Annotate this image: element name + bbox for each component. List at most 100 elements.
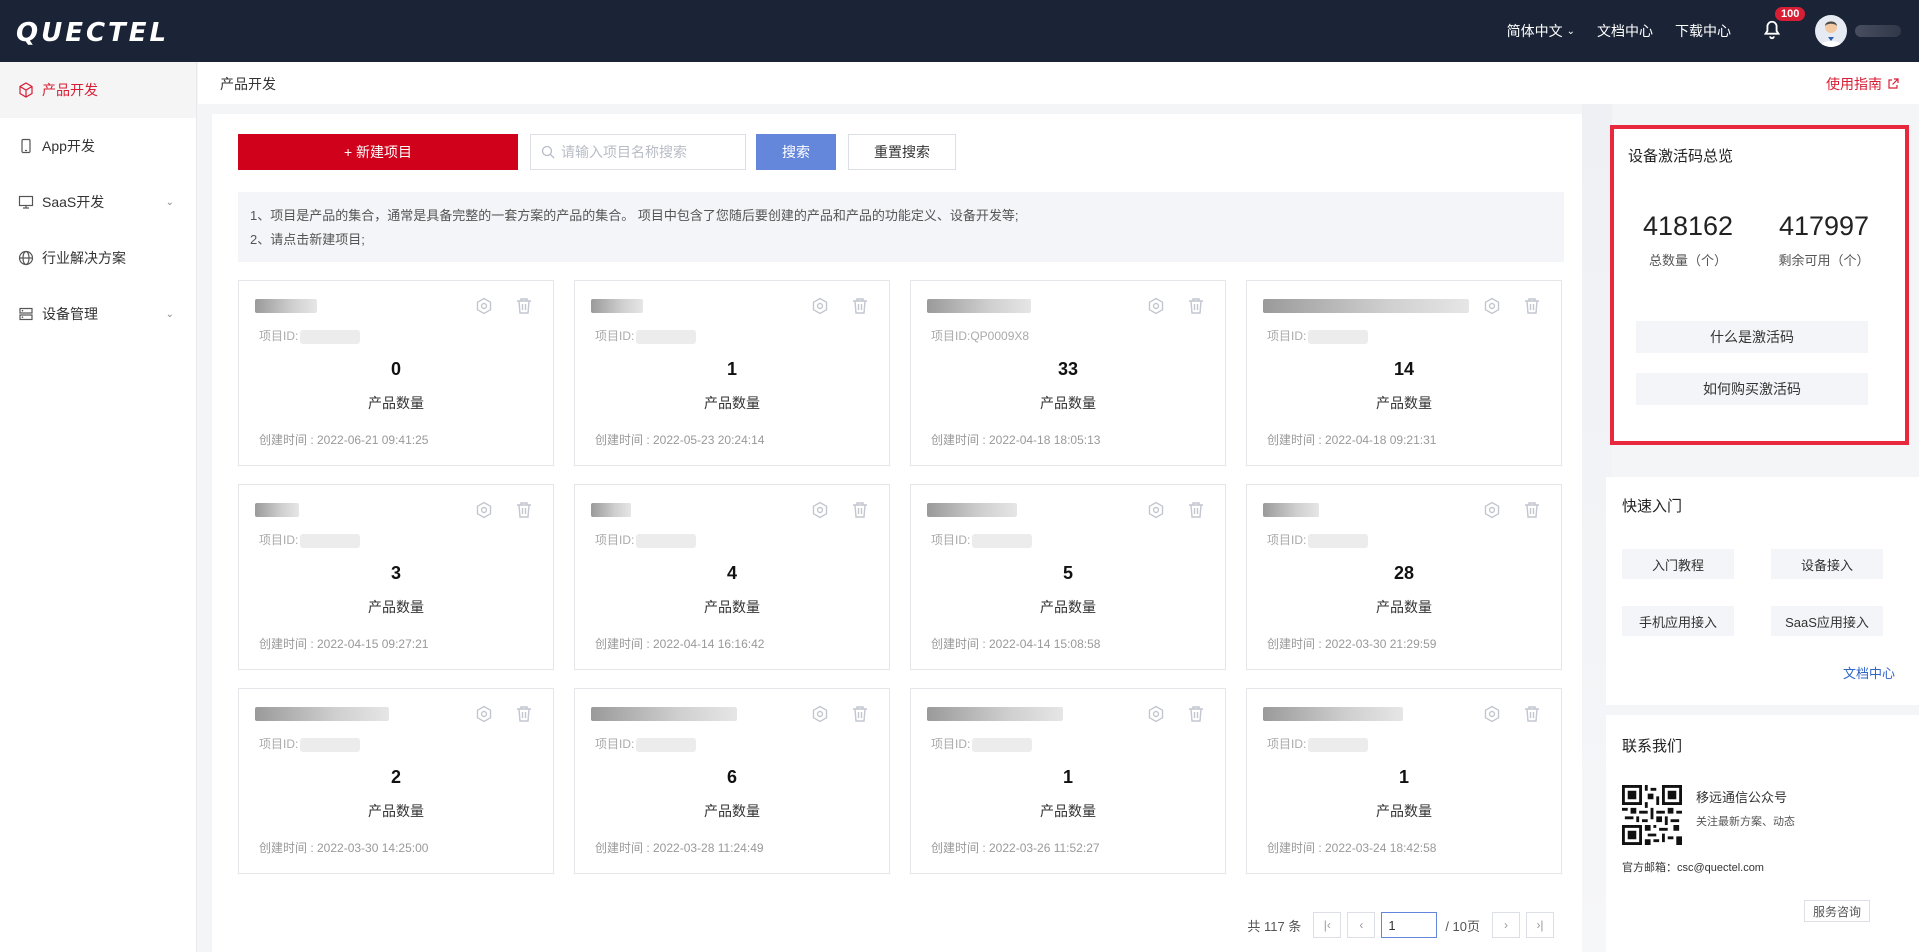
project-search-box[interactable]: [530, 134, 746, 170]
delete-trash-icon[interactable]: [849, 499, 871, 521]
wechat-account-subtitle: 关注最新方案、动态: [1696, 816, 1795, 828]
sidebar-item-label: 产品开发: [42, 82, 98, 98]
language-label: 简体中文: [1506, 23, 1563, 39]
sidebar-item-saas-dev[interactable]: SaaS开发 ⌄: [0, 174, 196, 230]
settings-hexagon-icon[interactable]: [473, 703, 495, 725]
project-card[interactable]: 项目ID: 14 产品数量 创建时间 : 2022-04-18 09:21:31: [1246, 280, 1562, 466]
top-nav-actions: 简体中文 ⌄ 文档中心 下载中心 100: [1507, 0, 1919, 62]
tutorial-button[interactable]: 入门教程: [1622, 549, 1734, 579]
sidebar-item-device-management[interactable]: 设备管理 ⌄: [0, 286, 196, 342]
settings-hexagon-icon[interactable]: [1481, 295, 1503, 317]
notification-bell-button[interactable]: 100: [1761, 7, 1806, 43]
search-button[interactable]: 搜索: [756, 134, 836, 170]
language-selector[interactable]: 简体中文 ⌄: [1507, 21, 1575, 41]
project-name-redacted: [1263, 299, 1469, 313]
product-count: 2: [390, 767, 401, 787]
settings-hexagon-icon[interactable]: [1481, 703, 1503, 725]
quectel-logo[interactable]: QUECTEL: [16, 18, 169, 48]
user-guide-label: 使用指南: [1826, 76, 1882, 92]
project-card[interactable]: 项目ID: 6 产品数量 创建时间 : 2022-03-28 11:24:49: [574, 688, 890, 874]
product-count-label: 产品数量: [1040, 395, 1096, 411]
project-card[interactable]: 项目ID: 5 产品数量 创建时间 : 2022-04-14 15:08:58: [910, 484, 1226, 670]
project-card[interactable]: 项目ID:QP0009X8 33 产品数量 创建时间 : 2022-04-18 …: [910, 280, 1226, 466]
project-toolbar: + 新建项目 搜索 重置搜索: [238, 134, 956, 170]
created-time: 创建时间 : 2022-04-14 16:16:42: [595, 637, 765, 651]
cube-icon: [19, 82, 33, 98]
project-id: 项目ID:: [1267, 327, 1369, 344]
last-page-icon[interactable]: ›|: [1526, 912, 1554, 938]
product-count: 1: [1062, 767, 1073, 787]
delete-trash-icon[interactable]: [1521, 295, 1543, 317]
settings-hexagon-icon[interactable]: [809, 703, 831, 725]
settings-hexagon-icon[interactable]: [1481, 499, 1503, 521]
device-access-button[interactable]: 设备接入: [1771, 549, 1883, 579]
next-page-icon[interactable]: ›: [1492, 912, 1520, 938]
project-card[interactable]: 项目ID: 28 产品数量 创建时间 : 2022-03-30 21:29:59: [1246, 484, 1562, 670]
project-card[interactable]: 项目ID: 1 产品数量 创建时间 : 2022-03-26 11:52:27: [910, 688, 1226, 874]
delete-trash-icon[interactable]: [1185, 703, 1207, 725]
delete-trash-icon[interactable]: [513, 295, 535, 317]
sidebar-item-app-dev[interactable]: App开发: [0, 118, 196, 174]
product-count-label: 产品数量: [368, 803, 424, 819]
monitor-icon: [18, 195, 34, 209]
project-id-redacted: [300, 737, 361, 752]
user-guide-link[interactable]: 使用指南: [1826, 74, 1899, 94]
how-to-buy-activation-code-button[interactable]: 如何购买激活码: [1636, 373, 1868, 405]
sidebar-item-industry-solutions[interactable]: 行业解决方案: [0, 230, 196, 286]
project-name-redacted: [591, 299, 643, 313]
project-card[interactable]: 项目ID: 1 产品数量 创建时间 : 2022-05-23 20:24:14: [574, 280, 890, 466]
settings-hexagon-icon[interactable]: [473, 295, 495, 317]
card-actions: [455, 499, 535, 521]
project-card[interactable]: 项目ID: 4 产品数量 创建时间 : 2022-04-14 16:16:42: [574, 484, 890, 670]
prev-page-icon[interactable]: ‹: [1347, 912, 1376, 938]
contact-title: 联系我们: [1622, 738, 1683, 755]
project-id-redacted: [1308, 533, 1369, 548]
settings-hexagon-icon[interactable]: [809, 499, 831, 521]
delete-trash-icon[interactable]: [513, 703, 535, 725]
download-center-link[interactable]: 下载中心: [1675, 21, 1731, 41]
delete-trash-icon[interactable]: [849, 703, 871, 725]
card-actions: [791, 499, 871, 521]
username-redacted[interactable]: [1855, 25, 1901, 37]
project-card[interactable]: 项目ID: 3 产品数量 创建时间 : 2022-04-15 09:27:21: [238, 484, 554, 670]
contact-us-panel: 联系我们 移远通信公众号 关注最新方案、动态 官方邮箱：csc@quectel.…: [1606, 715, 1919, 952]
project-card[interactable]: 项目ID: 2 产品数量 创建时间 : 2022-03-30 14:25:00: [238, 688, 554, 874]
settings-hexagon-icon[interactable]: [1145, 295, 1167, 317]
reset-search-button[interactable]: 重置搜索: [848, 134, 956, 170]
created-time: 创建时间 : 2022-04-14 15:08:58: [931, 637, 1101, 651]
delete-trash-icon[interactable]: [1521, 703, 1543, 725]
delete-trash-icon[interactable]: [849, 295, 871, 317]
service-consult-button[interactable]: 服务咨询: [1804, 900, 1870, 922]
saas-app-access-button[interactable]: SaaS应用接入: [1771, 606, 1883, 636]
project-id: 项目ID:: [1267, 531, 1369, 548]
delete-trash-icon[interactable]: [1185, 295, 1207, 317]
first-page-icon[interactable]: |‹: [1313, 912, 1342, 938]
user-avatar[interactable]: [1815, 15, 1847, 47]
project-id: 项目ID:: [259, 735, 361, 752]
delete-trash-icon[interactable]: [1521, 499, 1543, 521]
what-is-activation-code-button[interactable]: 什么是激活码: [1636, 321, 1868, 353]
docs-center-link[interactable]: 文档中心: [1843, 663, 1895, 682]
project-card[interactable]: 项目ID: 0 产品数量 创建时间 : 2022-06-21 09:41:25: [238, 280, 554, 466]
delete-trash-icon[interactable]: [1185, 499, 1207, 521]
settings-hexagon-icon[interactable]: [1145, 703, 1167, 725]
docs-center-link[interactable]: 文档中心: [1597, 21, 1653, 41]
product-count-label: 产品数量: [1376, 395, 1432, 411]
new-project-button[interactable]: + 新建项目: [238, 134, 518, 170]
project-search-input[interactable]: [561, 144, 731, 160]
project-id-label: 项目ID:: [259, 533, 299, 547]
sidebar-item-product-dev[interactable]: 产品开发: [0, 62, 196, 118]
search-icon: [541, 145, 555, 159]
project-id-redacted: [300, 329, 361, 344]
project-card[interactable]: 项目ID: 1 产品数量 创建时间 : 2022-03-24 18:42:58: [1246, 688, 1562, 874]
project-id-label: 项目ID:: [931, 737, 971, 751]
card-actions: [791, 295, 871, 317]
page-number-input[interactable]: 1: [1381, 912, 1438, 938]
settings-hexagon-icon[interactable]: [809, 295, 831, 317]
project-id: 项目ID:: [931, 531, 1033, 548]
project-name-redacted: [255, 503, 299, 517]
mobile-app-access-button[interactable]: 手机应用接入: [1622, 606, 1734, 636]
delete-trash-icon[interactable]: [513, 499, 535, 521]
settings-hexagon-icon[interactable]: [473, 499, 495, 521]
settings-hexagon-icon[interactable]: [1145, 499, 1167, 521]
